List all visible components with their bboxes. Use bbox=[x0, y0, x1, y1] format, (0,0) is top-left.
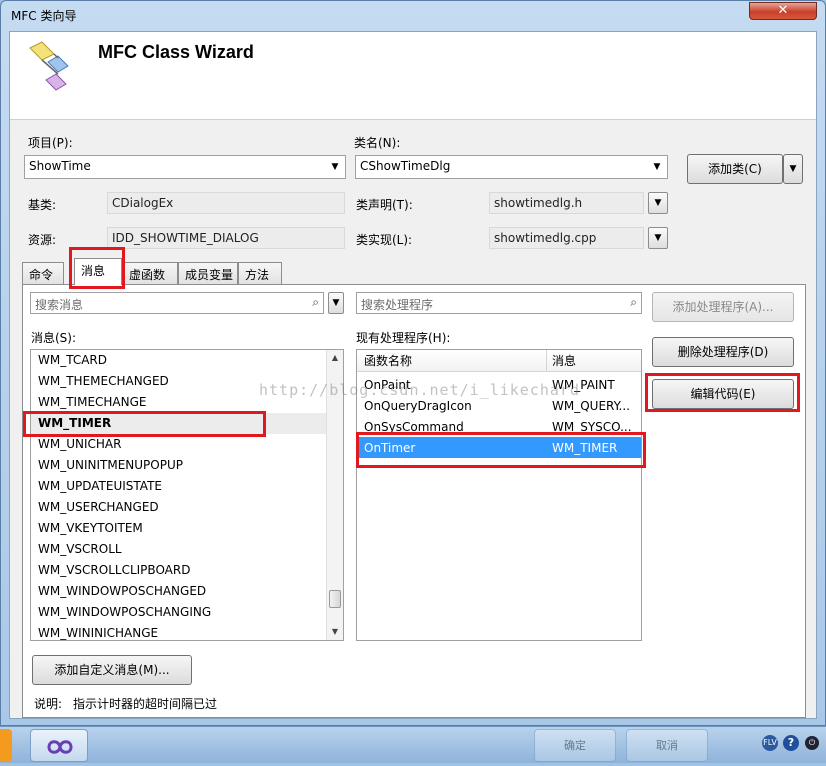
classname-label: 类名(N): bbox=[354, 136, 401, 150]
search-handlers-input[interactable]: 搜索处理程序 ⌕ bbox=[356, 292, 642, 314]
tab-commands[interactable]: 命令 bbox=[22, 262, 64, 284]
search-messages-placeholder: 搜索消息 bbox=[35, 298, 84, 312]
add-class-dropdown[interactable]: ▼ bbox=[783, 154, 803, 184]
base-class-label: 基类: bbox=[28, 198, 57, 212]
class-decl-field: showtimedlg.h bbox=[489, 192, 644, 214]
project-label: 项目(P): bbox=[28, 136, 73, 150]
visual-studio-taskbar-button[interactable] bbox=[30, 729, 88, 762]
app-icon[interactable] bbox=[0, 729, 12, 762]
help-icon[interactable]: ? bbox=[783, 735, 799, 751]
chevron-down-icon: ▼ bbox=[653, 162, 661, 172]
class-impl-label: 类实现(L): bbox=[356, 233, 413, 247]
watermark: http://blog.csdn.net/i_likechard bbox=[259, 381, 580, 399]
class-decl-dropdown[interactable]: ▼ bbox=[648, 192, 668, 214]
search-handlers-placeholder: 搜索处理程序 bbox=[361, 298, 434, 312]
column-header-message[interactable]: 消息 bbox=[552, 350, 576, 372]
add-class-button[interactable]: 添加类(C) bbox=[687, 154, 783, 184]
description-text: 指示计时器的超时间隔已过 bbox=[73, 697, 218, 711]
base-class-field: CDialogEx bbox=[107, 192, 345, 214]
add-handler-button[interactable]: 添加处理程序(A)... bbox=[652, 292, 794, 322]
class-decl-label: 类声明(T): bbox=[356, 198, 413, 212]
scroll-up-icon[interactable]: ▲ bbox=[327, 350, 343, 366]
tab-virtual-functions[interactable]: 虚函数 bbox=[122, 262, 178, 284]
class-impl-dropdown[interactable]: ▼ bbox=[648, 227, 668, 249]
message-item[interactable]: WM_WINDOWPOSCHANGED bbox=[31, 581, 343, 602]
message-item[interactable]: WM_UPDATEUISTATE bbox=[31, 476, 343, 497]
title-bar[interactable]: MFC 类向导 ✕ bbox=[1, 1, 825, 29]
tab-messages[interactable]: 消息 bbox=[74, 258, 122, 285]
message-item[interactable]: WM_WININICHANGE bbox=[31, 623, 343, 640]
message-item[interactable]: WM_TCARD bbox=[31, 350, 343, 371]
messages-label: 消息(S): bbox=[31, 331, 77, 345]
highlight-wm-timer bbox=[23, 411, 266, 437]
close-icon: ✕ bbox=[777, 3, 789, 18]
delete-handler-button[interactable]: 删除处理程序(D) bbox=[652, 337, 794, 367]
ok-button-blurred[interactable]: 确定 bbox=[534, 729, 616, 762]
scroll-thumb[interactable] bbox=[329, 590, 341, 608]
message-item[interactable]: WM_USERCHANGED bbox=[31, 497, 343, 518]
mfc-class-wizard-window: MFC 类向导 ✕ MFC Class Wizard 项目(P): ShowTi… bbox=[0, 0, 826, 726]
flv-tray-icon[interactable]: FLV bbox=[762, 735, 778, 751]
scroll-down-icon[interactable]: ▼ bbox=[327, 624, 343, 640]
column-header-function[interactable]: 函数名称 bbox=[364, 350, 412, 372]
cancel-button-blurred[interactable]: 取消 bbox=[626, 729, 708, 762]
chevron-down-icon: ▼ bbox=[331, 162, 339, 172]
classname-combo-value: CShowTimeDlg bbox=[360, 159, 451, 173]
taskbar: 确定 取消 FLV ? ⏻ bbox=[0, 726, 826, 763]
window-title: MFC 类向导 bbox=[11, 9, 77, 23]
class-wizard-icon bbox=[29, 41, 69, 91]
power-icon[interactable]: ⏻ bbox=[805, 736, 819, 750]
tab-member-variables[interactable]: 成员变量 bbox=[178, 262, 238, 284]
message-item[interactable]: WM_VSCROLL bbox=[31, 539, 343, 560]
handlers-grid-header: 函数名称 消息 bbox=[357, 350, 641, 372]
infinity-icon bbox=[47, 740, 73, 754]
message-item[interactable]: WM_VSCROLLCLIPBOARD bbox=[31, 560, 343, 581]
resource-field: IDD_SHOWTIME_DIALOG bbox=[107, 227, 345, 249]
description-label: 说明: bbox=[34, 697, 63, 711]
messages-tab-panel: 搜索消息 ⌕ ▼ 搜索处理程序 ⌕ 消息(S): WM_TCARD WM_THEM… bbox=[22, 284, 806, 718]
class-impl-field: showtimedlg.cpp bbox=[489, 227, 644, 249]
search-icon: ⌕ bbox=[630, 295, 637, 309]
highlight-ontimer-row bbox=[356, 432, 646, 468]
project-combo[interactable]: ShowTime ▼ bbox=[24, 155, 346, 179]
chevron-down-icon: ▼ bbox=[654, 233, 662, 243]
project-combo-value: ShowTime bbox=[29, 159, 91, 173]
add-custom-message-button[interactable]: 添加自定义消息(M)... bbox=[32, 655, 192, 685]
highlight-edit-code bbox=[645, 373, 800, 412]
wizard-title: MFC Class Wizard bbox=[98, 42, 254, 62]
search-messages-input[interactable]: 搜索消息 ⌕ bbox=[30, 292, 324, 314]
chevron-down-icon: ▼ bbox=[332, 298, 340, 308]
handlers-label: 现有处理程序(H): bbox=[356, 331, 451, 345]
chevron-down-icon: ▼ bbox=[654, 198, 662, 208]
message-item[interactable]: WM_UNICHAR bbox=[31, 434, 343, 455]
wizard-header: MFC Class Wizard bbox=[10, 32, 816, 120]
message-item[interactable]: WM_UNINITMENUPOPUP bbox=[31, 455, 343, 476]
chevron-down-icon: ▼ bbox=[789, 164, 797, 174]
close-button[interactable]: ✕ bbox=[749, 2, 817, 20]
classname-combo[interactable]: CShowTimeDlg ▼ bbox=[355, 155, 668, 179]
column-separator[interactable] bbox=[546, 350, 547, 372]
search-icon: ⌕ bbox=[312, 295, 319, 309]
message-item[interactable]: WM_WINDOWPOSCHANGING bbox=[31, 602, 343, 623]
resource-label: 资源: bbox=[28, 233, 57, 247]
tab-methods[interactable]: 方法 bbox=[238, 262, 282, 284]
search-messages-dropdown[interactable]: ▼ bbox=[328, 292, 344, 314]
message-item[interactable]: WM_VKEYTOITEM bbox=[31, 518, 343, 539]
